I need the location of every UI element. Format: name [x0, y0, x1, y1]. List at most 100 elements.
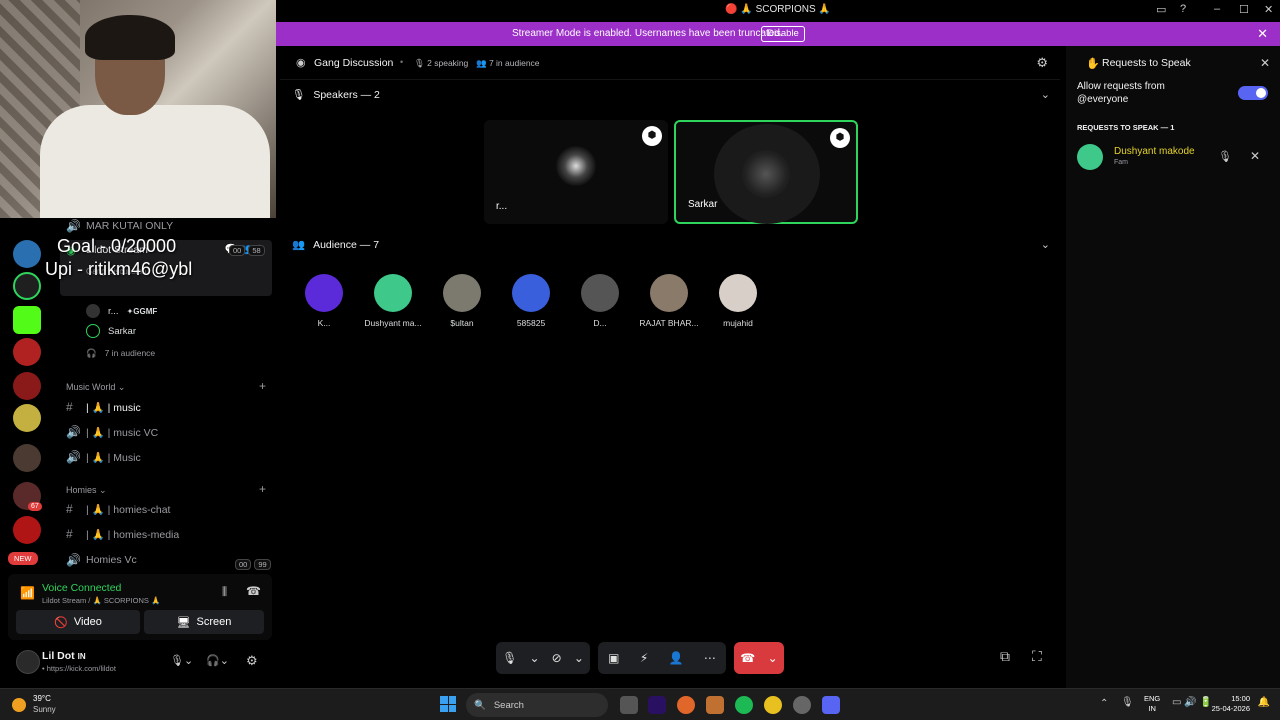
chevron-down-icon[interactable]: ⌄ — [1041, 88, 1050, 101]
more-icon[interactable]: ⋯ — [704, 651, 716, 665]
audience-member[interactable]: mujahid — [704, 274, 772, 328]
deny-request-icon[interactable]: ✕ — [1250, 149, 1260, 163]
audience-member[interactable]: K... — [290, 274, 358, 328]
audience-member[interactable]: $ultan — [428, 274, 496, 328]
approve-speaker-icon[interactable]: 🎙 — [1218, 150, 1232, 163]
spotify-icon[interactable] — [735, 696, 753, 714]
stage-member[interactable]: Sarkar — [86, 324, 136, 338]
server-icon[interactable] — [13, 404, 41, 432]
fullscreen-icon[interactable]: ⛶ — [1032, 648, 1042, 665]
text-channel-homies-chat[interactable]: # | 🙏 | homies-chat — [66, 499, 170, 519]
stream-counts: 00 58 — [226, 245, 265, 256]
minimize-button[interactable]: – — [1214, 3, 1220, 15]
temperature[interactable]: 39°C — [33, 694, 51, 703]
camera-off-icon[interactable]: ⊘ — [552, 651, 562, 665]
headphones-icon[interactable]: 🎧⌄ — [206, 654, 229, 667]
app-icon[interactable] — [706, 696, 724, 714]
voice-channel-music-vc[interactable]: 🔊 | 🙏 | music VC — [66, 422, 158, 442]
notification-icon[interactable]: 🔔 — [1258, 697, 1270, 708]
activity-icon[interactable]: ⚡ — [640, 651, 648, 665]
disable-streamer-mode-button[interactable]: Disable — [761, 26, 805, 42]
network-icon[interactable]: ▭ 🔊 🔋 — [1172, 697, 1212, 708]
avatar[interactable] — [1077, 144, 1103, 170]
clock[interactable]: 15:00 25-04-2026 — [1212, 694, 1250, 714]
chrome-icon[interactable] — [764, 696, 782, 714]
audience-member-name: mujahid — [723, 318, 753, 328]
screen-share-button[interactable]: 🖥 Screen — [144, 610, 264, 634]
help-icon[interactable]: ? — [1180, 3, 1186, 15]
premiere-icon[interactable] — [648, 696, 666, 714]
speakers-section-header[interactable]: 🎙 Speakers — 2 — [292, 88, 380, 102]
video-button[interactable]: 🚫 Video — [16, 610, 140, 634]
chevron-down-icon[interactable]: ⌄ — [1041, 238, 1050, 251]
server-icon[interactable] — [13, 372, 41, 400]
search-box[interactable]: 🔍 Search — [466, 693, 608, 717]
microphone-icon[interactable]: 🎙 — [1121, 697, 1134, 708]
close-banner-icon[interactable]: ✕ — [1257, 26, 1268, 42]
add-channel-icon[interactable]: + — [259, 379, 266, 393]
text-channel-music[interactable]: # | 🙏 | music — [66, 397, 141, 417]
task-view-icon[interactable] — [620, 696, 638, 714]
requester-name[interactable]: Dushyant makode — [1114, 146, 1195, 157]
requests-section-header: REQUESTS TO SPEAK — 1 — [1077, 123, 1175, 132]
mic-control[interactable]: 🎙 ⌄ ⊘ ⌄ — [496, 642, 590, 674]
server-folder-icon[interactable] — [13, 444, 41, 472]
avatar — [719, 274, 757, 312]
category-music-world[interactable]: Music World ⌄ — [66, 382, 125, 393]
panel-title: Requests to Speak — [1102, 57, 1191, 69]
audience-section-header[interactable]: 👥 Audience — 7 — [292, 238, 379, 252]
audience-member[interactable]: Dushyant ma... — [359, 274, 427, 328]
popout-icon[interactable]: ⧉ — [1000, 648, 1010, 665]
server-icon[interactable] — [13, 338, 41, 366]
settings-gear-icon[interactable]: ⚙ — [246, 653, 258, 669]
invite-icon[interactable]: 👤 — [669, 651, 684, 665]
kick-server-icon[interactable] — [13, 306, 41, 334]
discord-icon[interactable] — [822, 696, 840, 714]
stage-settings-icon[interactable]: ⚙ — [1036, 55, 1048, 71]
language-indicator[interactable]: ENG IN — [1144, 694, 1160, 714]
voice-channel-mar-kutai[interactable]: 🔊 MAR KUTAI ONLY — [66, 216, 173, 236]
audience-count[interactable]: 🎧 7 in audience — [86, 348, 155, 359]
avatar[interactable] — [16, 650, 40, 674]
raise-hand-icon: ✋ — [1086, 58, 1100, 70]
allow-requests-toggle[interactable] — [1238, 86, 1268, 100]
speaker-tile-active[interactable]: ⬢ Sarkar — [674, 120, 858, 224]
streamer-mode-banner: Streamer Mode is enabled. Usernames have… — [276, 22, 1280, 46]
add-channel-icon[interactable]: + — [259, 482, 266, 496]
voice-status[interactable]: Voice Connected — [42, 582, 121, 594]
voice-channel-music[interactable]: 🔊 | 🙏 | Music — [66, 447, 141, 467]
audience-member[interactable]: RAJAT BHAR... — [635, 274, 703, 328]
avatar — [374, 274, 412, 312]
audience-member[interactable]: D... — [566, 274, 634, 328]
stage-member[interactable]: r... ✦GGMF — [86, 304, 157, 318]
app-icon[interactable] — [793, 696, 811, 714]
category-homies[interactable]: Homies ⌄ — [66, 485, 107, 496]
disconnect-icon[interactable]: ☎ — [246, 584, 261, 598]
banner-message: Streamer Mode is enabled. Usernames have… — [512, 28, 783, 39]
chevron-up-icon[interactable]: ⌃ — [1100, 698, 1108, 709]
close-window-button[interactable]: ✕ — [1264, 3, 1273, 16]
close-icon[interactable]: ✕ — [1260, 56, 1270, 70]
weather-label[interactable]: Sunny — [33, 705, 56, 714]
leave-stage-button[interactable]: ☎ ⌄ — [734, 642, 784, 674]
microphone-icon[interactable]: 🎙⌄ — [170, 654, 193, 667]
voice-location[interactable]: Lildot Stream / 🙏 SCORPIONS 🙏 — [42, 596, 160, 605]
maximize-button[interactable]: ☐ — [1239, 3, 1249, 16]
chevron-down-icon[interactable]: ⌄ — [529, 651, 539, 665]
inbox-icon[interactable]: ▭ — [1156, 3, 1166, 16]
username[interactable]: Lil Dot IN — [42, 650, 86, 662]
start-button[interactable] — [440, 696, 456, 712]
voice-channel-homies-vc[interactable]: 🔊 Homies Vc — [66, 550, 137, 570]
screen-share-icon[interactable]: ▣ — [608, 651, 619, 665]
speaker-tile[interactable]: ⬢ r... — [484, 120, 668, 224]
microphone-icon[interactable]: 🎙 — [502, 651, 517, 665]
server-icon[interactable] — [13, 272, 41, 300]
text-channel-homies-media[interactable]: # | 🙏 | homies-media — [66, 524, 179, 544]
firefox-icon[interactable] — [677, 696, 695, 714]
server-icon[interactable] — [13, 516, 41, 544]
chevron-down-icon[interactable]: ⌄ — [574, 651, 584, 665]
server-icon[interactable] — [13, 240, 41, 268]
stage-actions-control[interactable]: ▣ ⚡ 👤 ⋯ — [598, 642, 726, 674]
soundboard-icon[interactable]: ⫼ — [222, 586, 227, 599]
audience-member[interactable]: 585825 — [497, 274, 565, 328]
